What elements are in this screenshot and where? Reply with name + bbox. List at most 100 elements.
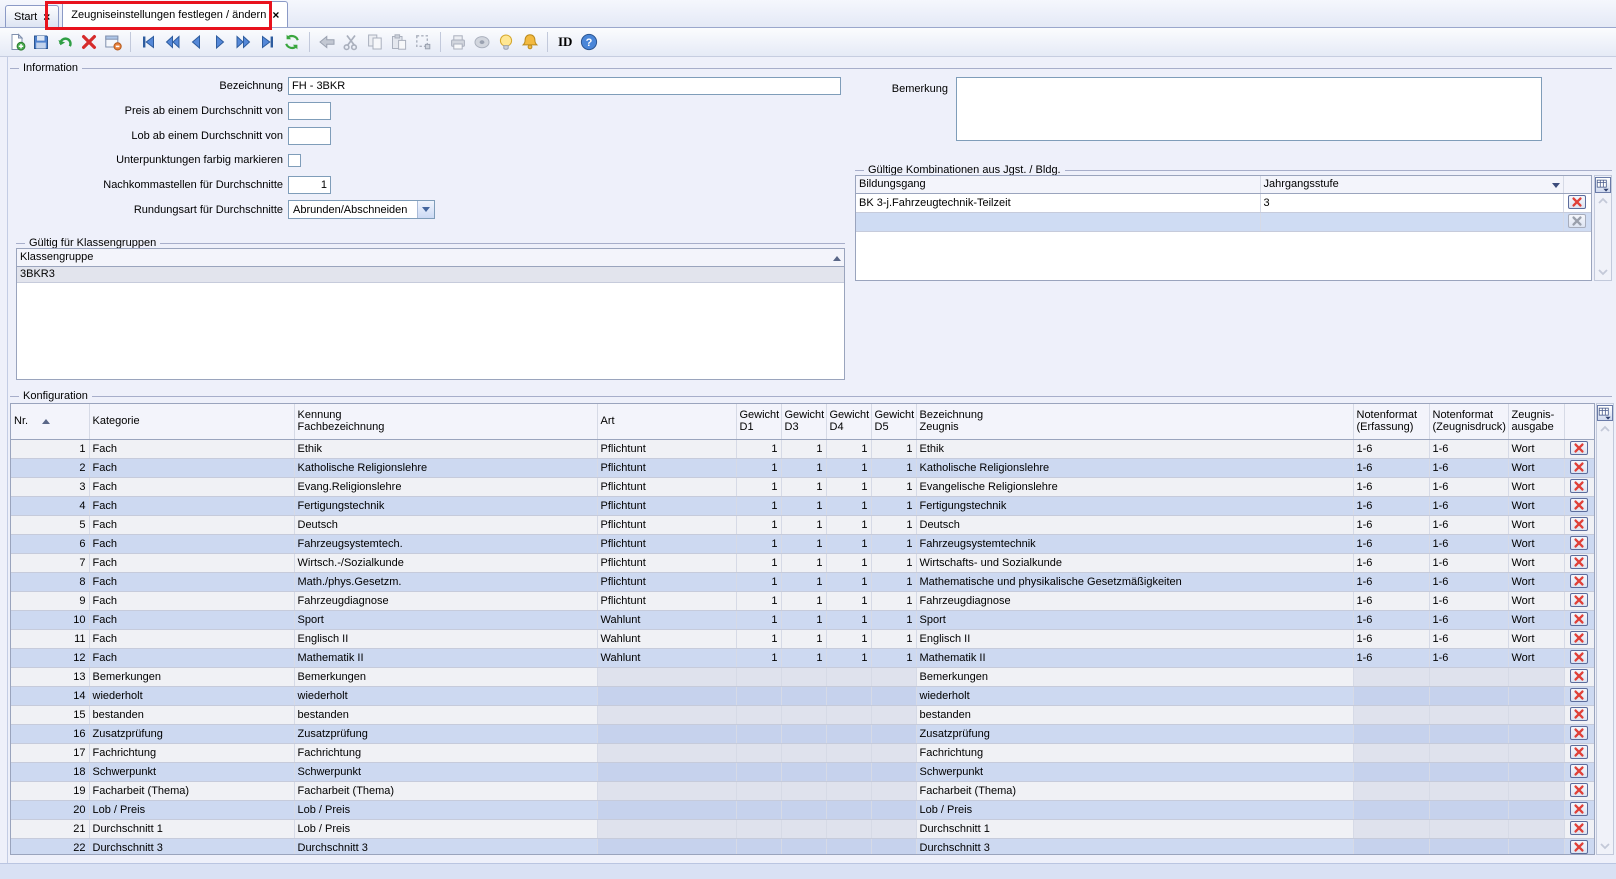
bemerkung-field[interactable] [956,77,1542,141]
preis-field[interactable] [288,101,331,120]
delete-row-icon[interactable] [1570,649,1588,664]
scroll-down-icon[interactable] [1597,268,1609,277]
delete-row-icon[interactable] [1570,516,1588,531]
delete-row-icon[interactable] [1570,839,1588,854]
scroll-up-icon[interactable] [1597,196,1609,205]
table-row[interactable]: 10 Fach Sport Wahlunt 1 1 1 1 Sport 1-6 1-6 Wort [11,610,1594,630]
table-row[interactable]: 16 Zusatzprüfung Zusatzprüfung Zusatzprüfun… [11,724,1594,744]
table-row[interactable]: 8 Fach Math./phys.Gesetzm. Pflichtunt 1 1 1 1 Ma… [11,572,1594,592]
column-header-kategorie[interactable]: Kategorie [89,404,295,440]
delete-row-icon[interactable] [1570,573,1588,588]
refresh-icon[interactable] [280,30,304,54]
table-row[interactable] [856,212,1591,232]
previous-record-icon[interactable] [184,30,208,54]
tab-start[interactable]: Start × [5,5,60,27]
table-row[interactable]: 13 Bemerkungen Bemerkungen Bemerkungen [11,667,1594,687]
delete-row-icon[interactable] [1570,554,1588,569]
delete-row-icon[interactable] [1570,611,1588,626]
delete-row-icon[interactable] [1570,782,1588,797]
close-tab-icon[interactable]: × [43,11,50,23]
column-header-d1[interactable]: Gewicht D1 [736,404,782,440]
delete-row-icon[interactable] [1570,478,1588,493]
table-row[interactable]: 22 Durchschnitt 3 Durchschnitt 3 Durchschni… [11,838,1594,854]
column-chooser-icon[interactable] [1595,177,1611,193]
first-record-icon[interactable] [136,30,160,54]
column-header-nf_zeugnisdruck[interactable]: Notenformat (Zeugnisdruck) [1429,404,1509,440]
column-header-d5[interactable]: Gewicht D5 [871,404,917,440]
delete-row-icon[interactable] [1570,763,1588,778]
table-row[interactable]: 5 Fach Deutsch Pflichtunt 1 1 1 1 Deutsch 1-6 1-6 W… [11,515,1594,535]
bezeichnung-field[interactable] [288,76,841,95]
last-record-icon[interactable] [256,30,280,54]
close-tab-icon[interactable]: × [272,9,279,21]
column-header-kennung[interactable]: Kennung Fachbezeichnung [294,404,598,440]
column-chooser-icon[interactable] [1597,405,1613,421]
table-row[interactable]: 7 Fach Wirtsch.-/Sozialkunde Pflichtunt 1 1 1 1… [11,553,1594,573]
delete-row-icon[interactable] [1570,497,1588,512]
scroll-down-icon[interactable] [1599,842,1611,851]
fast-backward-icon[interactable] [160,30,184,54]
delete-row-icon[interactable] [1570,668,1588,683]
delete-record-icon[interactable] [77,30,101,54]
column-header-zeugnisausgabe[interactable]: Zeugnis-ausgabe [1508,404,1565,440]
lob-field[interactable] [288,126,331,145]
delete-row-icon[interactable] [1568,194,1586,209]
delete-row-icon[interactable] [1570,687,1588,702]
column-header-art[interactable]: Art [597,404,737,440]
form-delete-icon[interactable] [101,30,125,54]
table-row[interactable]: 14 wiederholt wiederholt wiederholt [11,686,1594,706]
new-document-icon[interactable] [5,30,29,54]
delete-row-icon[interactable] [1570,630,1588,645]
horizontal-scrollbar-track[interactable] [0,863,1616,879]
delete-row-icon[interactable] [1570,459,1588,474]
table-row[interactable]: 12 Fach Mathematik II Wahlunt 1 1 1 1 Mathematik… [11,648,1594,668]
unterpunktungen-checkbox[interactable] [288,153,301,167]
column-header-bildungsgang[interactable]: Bildungsgang [856,176,1261,194]
undo-icon[interactable] [53,30,77,54]
column-header-klassengruppe[interactable]: Klassengruppe [17,249,844,267]
table-row[interactable]: 11 Fach Englisch II Wahlunt 1 1 1 1 Englisch II 1… [11,629,1594,649]
column-header-bezeichnung[interactable]: Bezeichnung Zeugnis [916,404,1354,440]
delete-row-icon[interactable] [1570,592,1588,607]
table-row[interactable]: 2 Fach Katholische Religionslehre Pflichtun… [11,458,1594,478]
table-row[interactable]: 4 Fach Fertigungstechnik Pflichtunt 1 1 1 1 Fert… [11,496,1594,516]
table-row[interactable]: 15 bestanden bestanden bestanden [11,705,1594,725]
delete-row-icon[interactable] [1570,706,1588,721]
delete-row-icon[interactable] [1570,801,1588,816]
cell-nf_erfassung [1353,743,1430,763]
delete-row-icon[interactable] [1570,744,1588,759]
fast-forward-icon[interactable] [232,30,256,54]
nachkommastellen-field[interactable] [288,175,331,194]
table-row[interactable]: 3BKR3 [17,266,844,283]
tab-zeugniseinstellungen[interactable]: Zeugniseinstellungen festlegen / ändern … [62,1,289,27]
column-header-nf_erfassung[interactable]: Notenformat (Erfassung) [1353,404,1430,440]
bell-icon[interactable] [518,30,542,54]
delete-row-icon[interactable] [1570,725,1588,740]
rundungsart-select[interactable]: Abrunden/Abschneiden [288,200,435,219]
table-row[interactable]: 3 Fach Evang.Religionslehre Pflichtunt 1 1 1 1 E… [11,477,1594,497]
table-row[interactable]: 9 Fach Fahrzeugdiagnose Pflichtunt 1 1 1 1 Fahrz… [11,591,1594,611]
column-header-nr[interactable]: Nr. [11,404,90,440]
delete-row-icon[interactable] [1570,535,1588,550]
table-row[interactable]: BK 3-j.Fahrzeugtechnik-Teilzeit 3 [856,193,1591,213]
table-row[interactable]: 20 Lob / Preis Lob / Preis Lob / Preis [11,800,1594,820]
table-row[interactable]: 6 Fach Fahrzeugsystemtech. Pflichtunt 1 1 1 1 Fa… [11,534,1594,554]
save-icon[interactable] [29,30,53,54]
delete-row-icon[interactable] [1570,440,1588,455]
table-row[interactable]: 19 Facharbeit (Thema) Facharbeit (Thema) Fa… [11,781,1594,801]
table-row[interactable]: 21 Durchschnitt 1 Lob / Preis Durchschnitt … [11,819,1594,839]
column-header-d4[interactable]: Gewicht D4 [826,404,872,440]
lamp-icon[interactable] [494,30,518,54]
dropdown-arrow-icon[interactable] [1551,183,1560,189]
next-record-icon[interactable] [208,30,232,54]
column-header-jahrgangsstufe[interactable]: Jahrgangsstufe [1260,176,1564,194]
table-row[interactable]: 17 Fachrichtung Fachrichtung Fachrichtung [11,743,1594,763]
scroll-up-icon[interactable] [1599,424,1611,433]
id-label[interactable]: ID [553,34,577,50]
table-row[interactable]: 18 Schwerpunkt Schwerpunkt Schwerpunkt [11,762,1594,782]
delete-row-icon[interactable] [1570,820,1588,835]
help-icon[interactable]: ? [577,30,601,54]
table-row[interactable]: 1 Fach Ethik Pflichtunt 1 1 1 1 Ethik 1-6 1-6 Wort [11,439,1594,459]
dropdown-button[interactable] [417,201,434,218]
column-header-d3[interactable]: Gewicht D3 [781,404,827,440]
